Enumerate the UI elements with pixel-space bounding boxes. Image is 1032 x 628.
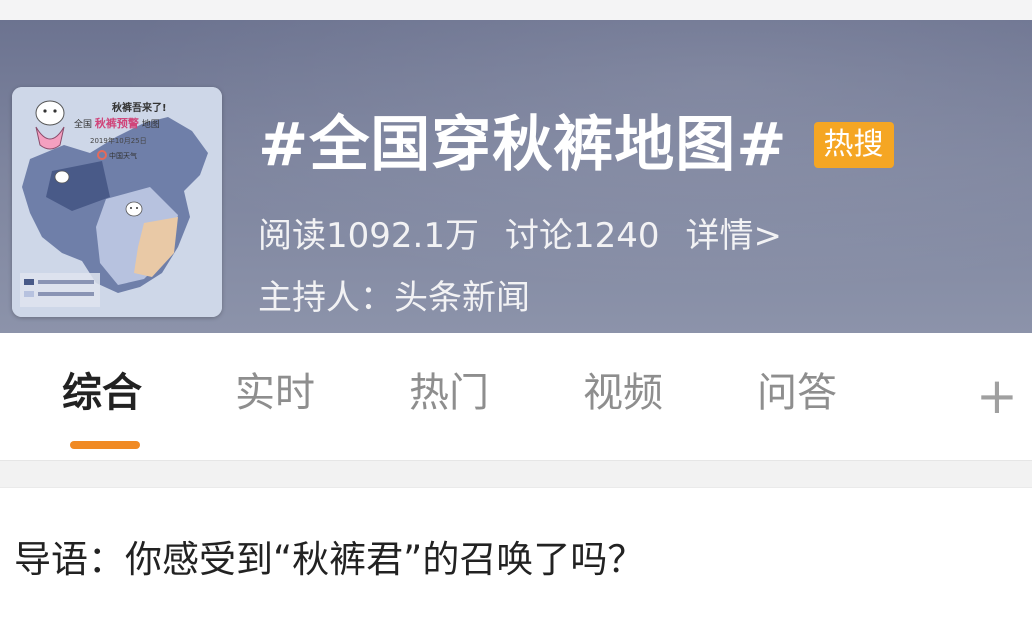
topic-stats: 阅读1092.1万 讨论1240 详情> [258,208,782,257]
top-strip [0,0,1032,20]
thumbnail-mascot-icon [125,201,143,217]
topic-page: 秋裤吾来了! 全国 秋裤预警 地图 2019年10月25日 中国天气 #全国穿秋… [0,0,1032,628]
tab-bar: 综合 实时 热门 视频 问答 + [0,333,1032,460]
thumbnail-brand: 中国天气 [109,151,137,160]
tab-comprehensive[interactable]: 综合 [62,373,142,413]
thumbnail-headline: 秋裤吾来了! [112,101,167,114]
thumbnail-date: 2019年10月25日 [90,136,147,145]
hot-search-badge: 热搜 [813,122,894,168]
thumbnail-subtitle-prefix: 全国 [74,118,92,130]
tab-qa[interactable]: 问答 [757,373,837,413]
thumbnail-subtitle-highlight: 秋裤预警 [95,116,139,130]
tab-video[interactable]: 视频 [583,373,663,413]
topic-host: 主持人：头条新闻 [258,278,530,318]
tab-realtime[interactable]: 实时 [235,373,315,413]
thumbnail-subtitle-suffix: 地图 [142,118,160,130]
topic-title-row: #全国穿秋裤地图# 热搜 [258,100,894,190]
topic-title: #全国穿秋裤地图# [258,110,788,180]
thumbnail-mascot-icon [54,170,70,184]
discussions-count: 讨论1240 [504,216,660,256]
tab-popular[interactable]: 热门 [409,373,489,413]
topic-intro-text: 导语：你感受到“秋裤君”的召唤了吗？ [14,538,645,581]
topic-thumbnail[interactable]: 秋裤吾来了! 全国 秋裤预警 地图 2019年10月25日 中国天气 [12,87,222,317]
section-divider [0,460,1032,488]
reads-count: 阅读1092.1万 [258,216,479,256]
add-tab-icon[interactable]: + [976,371,1018,421]
active-tab-indicator [70,441,140,449]
details-link[interactable]: 详情> [686,208,783,257]
topic-header-banner: 秋裤吾来了! 全国 秋裤预警 地图 2019年10月25日 中国天气 #全国穿秋… [0,20,1032,333]
